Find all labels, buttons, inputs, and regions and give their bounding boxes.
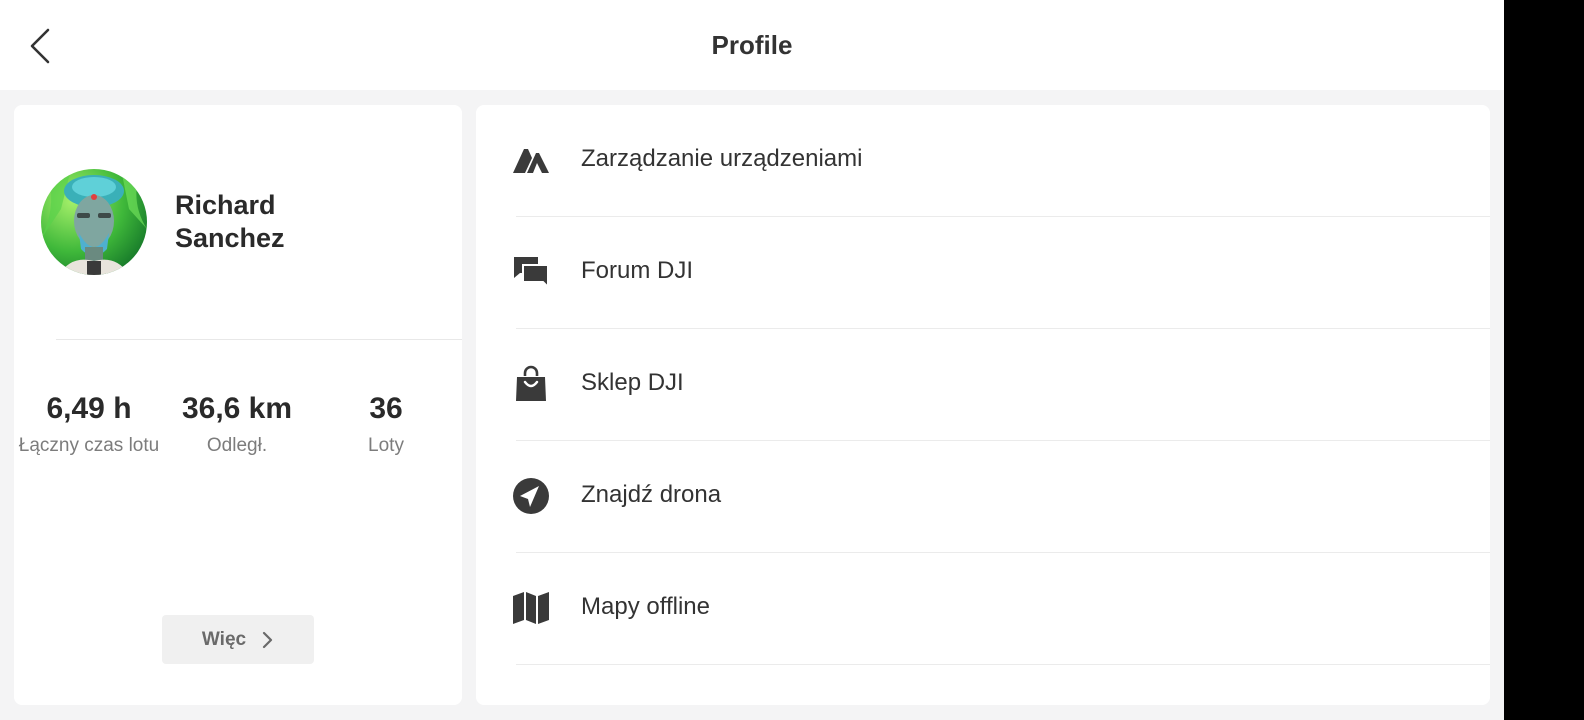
avatar-image xyxy=(41,169,147,275)
menu-item-offline-maps[interactable]: Mapy offline xyxy=(476,553,1490,665)
profile-card: Richard Sanchez 6,49 h Łączny czas lotu … xyxy=(14,105,462,705)
top-bar: Profile xyxy=(0,0,1504,90)
forum-chat-icon xyxy=(512,253,550,291)
menu-item-label: Znajdź drona xyxy=(581,481,722,508)
divider xyxy=(516,664,1490,665)
stat-value: 6,49 h xyxy=(46,392,132,425)
page-title: Profile xyxy=(711,30,793,60)
stat-label: Łączny czas lotu xyxy=(18,435,160,456)
menu-item-find-drone[interactable]: Znajdź drona xyxy=(476,441,1490,553)
more-button[interactable]: Więc xyxy=(162,615,314,664)
menu-item-device-management[interactable]: Zarządzanie urządzeniami xyxy=(476,105,1490,217)
stat-label: Odległ. xyxy=(206,435,268,456)
device-management-icon xyxy=(512,141,550,179)
stat-value: 36 xyxy=(369,392,403,425)
stat-label: Loty xyxy=(368,435,404,456)
compass-navigation-icon xyxy=(512,477,550,515)
stat-distance: 36,6 km Odległ. xyxy=(162,391,312,457)
user-last-name: Sanchez xyxy=(175,223,285,253)
menu-item-label: Zarządzanie urządzeniami xyxy=(581,145,863,172)
menu-card: Zarządzanie urządzeniami Forum DJI Sklep… xyxy=(476,105,1490,705)
stat-total-flight-time: 6,49 h Łączny czas lotu xyxy=(14,391,164,457)
menu-item-shop[interactable]: Sklep DJI xyxy=(476,329,1490,441)
avatar[interactable] xyxy=(41,169,147,275)
map-icon xyxy=(512,589,550,627)
profile-screen: Profile Richard Sanchez 6,49 h Łączny cz… xyxy=(0,0,1504,720)
user-first-name: Richard xyxy=(175,190,276,220)
menu-item-label: Mapy offline xyxy=(581,593,710,620)
stat-flights: 36 Loty xyxy=(311,391,461,457)
menu-item-label: Sklep DJI xyxy=(581,369,684,396)
shopping-bag-icon xyxy=(512,365,550,403)
stat-value: 36,6 km xyxy=(181,392,293,425)
chevron-right-icon xyxy=(262,631,273,648)
menu-item-forum[interactable]: Forum DJI xyxy=(476,217,1490,329)
menu-item-label: Forum DJI xyxy=(581,257,694,284)
divider xyxy=(56,339,462,340)
more-button-label: Więc xyxy=(201,628,247,650)
